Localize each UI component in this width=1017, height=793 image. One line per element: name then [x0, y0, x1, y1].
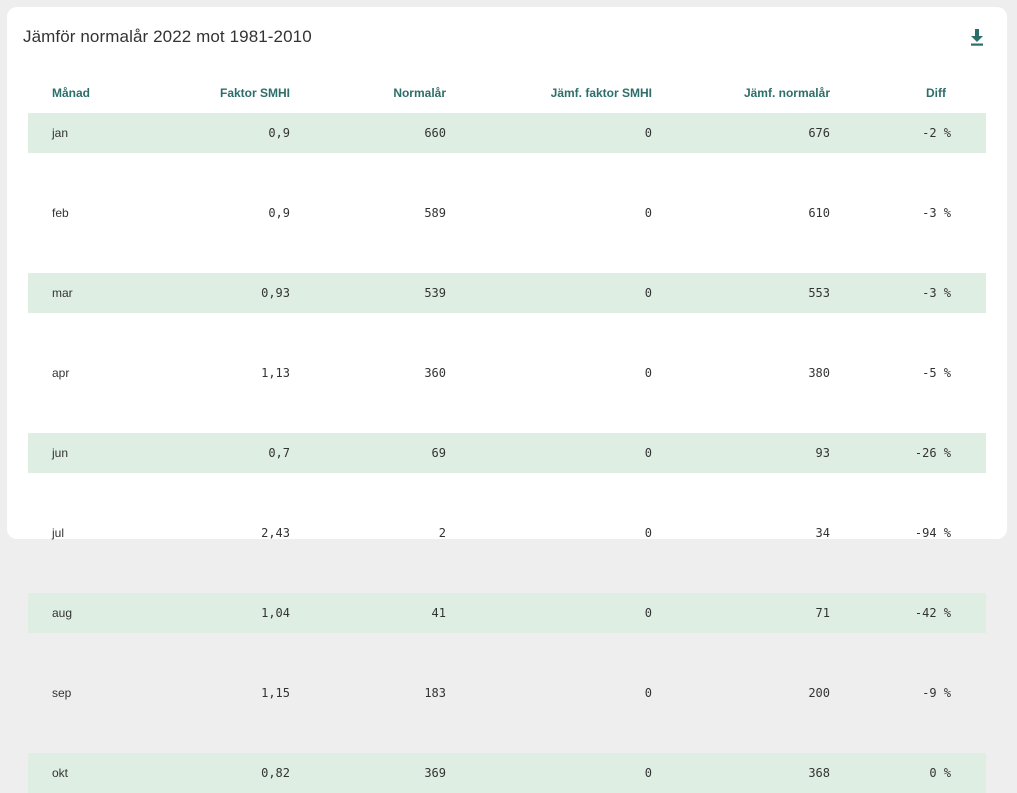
header-normal[interactable]: Normalår [290, 73, 446, 113]
cell-cmp-factor: 0 [446, 593, 652, 633]
header-diff[interactable]: Diff [830, 73, 986, 113]
cell-cmp-normal: 380 [808, 366, 830, 380]
download-button[interactable] [969, 28, 985, 46]
table-row: mar 0,93 539 0 553 -3 % [28, 273, 986, 313]
table-row: apr 1,13 360 0 380 -5 % [28, 353, 986, 393]
table-header-row: Månad Faktor SMHI Normalår Jämf. faktor … [28, 73, 986, 113]
cell-month: jul [52, 526, 65, 540]
cell-month: aug [28, 593, 198, 633]
cell-factor: 0,9 [198, 113, 290, 153]
header-cmp-factor[interactable]: Jämf. faktor SMHI [446, 73, 652, 113]
cell-cmp-normal: 676 [652, 113, 830, 153]
cell-cmp-normal: 34 [815, 526, 830, 540]
cell-cmp-normal: 553 [652, 273, 830, 313]
cell-diff: -3 % [922, 206, 951, 220]
cell-month: sep [52, 686, 72, 700]
cell-cmp-normal: 93 [652, 433, 830, 473]
cell-normal: 2 [438, 526, 446, 540]
table-row: jul 2,43 2 0 34 -94 % [28, 513, 986, 553]
cell-cmp-factor: 0 [446, 273, 652, 313]
cell-month: jan [28, 113, 198, 153]
cell-normal: 589 [424, 206, 446, 220]
cell-cmp-factor: 0 [644, 206, 652, 220]
cell-month: mar [28, 273, 198, 313]
header-month[interactable]: Månad [28, 73, 198, 113]
cell-cmp-normal: 71 [652, 593, 830, 633]
cell-diff: -26 % [830, 433, 986, 473]
cell-cmp-normal: 368 [652, 753, 830, 793]
table-row: jan 0,9 660 0 676 -2 % [28, 113, 986, 153]
cell-cmp-factor: 0 [644, 686, 652, 700]
cell-factor: 0,93 [198, 273, 290, 313]
cell-factor: 0,9 [268, 206, 290, 220]
cell-cmp-normal: 610 [808, 206, 830, 220]
cell-month: jun [28, 433, 198, 473]
cell-normal: 69 [290, 433, 446, 473]
cell-diff: -5 % [922, 366, 951, 380]
cell-factor: 0,82 [198, 753, 290, 793]
download-icon [971, 29, 983, 46]
cell-diff: -42 % [830, 593, 986, 633]
cell-normal: 41 [290, 593, 446, 633]
table-row: jun 0,7 69 0 93 -26 % [28, 433, 986, 473]
cell-factor: 1,15 [261, 686, 290, 700]
table-row: aug 1,04 41 0 71 -42 % [28, 593, 986, 633]
cell-diff: -2 % [830, 113, 986, 153]
cell-factor: 1,13 [261, 366, 290, 380]
cell-cmp-factor: 0 [446, 753, 652, 793]
comparison-table: Månad Faktor SMHI Normalår Jämf. faktor … [28, 73, 986, 793]
cell-factor: 0,7 [198, 433, 290, 473]
table-row: feb 0,9 589 0 610 -3 % [28, 193, 986, 233]
cell-normal: 183 [424, 686, 446, 700]
cell-normal: 539 [290, 273, 446, 313]
header-factor[interactable]: Faktor SMHI [198, 73, 290, 113]
cell-cmp-factor: 0 [644, 526, 652, 540]
cell-cmp-normal: 200 [808, 686, 830, 700]
cell-normal: 660 [290, 113, 446, 153]
cell-diff: -9 % [922, 686, 951, 700]
header-cmp-normal[interactable]: Jämf. normalår [652, 73, 830, 113]
cell-diff: 0 % [830, 753, 986, 793]
table-row: sep 1,15 183 0 200 -9 % [28, 673, 986, 713]
cell-factor: 1,04 [198, 593, 290, 633]
table-row: okt 0,82 369 0 368 0 % [28, 753, 986, 793]
cell-normal: 360 [424, 366, 446, 380]
cell-cmp-factor: 0 [446, 113, 652, 153]
cell-month: apr [52, 366, 70, 380]
cell-month: okt [28, 753, 198, 793]
cell-month: feb [52, 206, 69, 220]
card-title: Jämför normalår 2022 mot 1981-2010 [23, 27, 312, 46]
cell-cmp-factor: 0 [446, 433, 652, 473]
cell-diff: -3 % [830, 273, 986, 313]
cell-cmp-factor: 0 [644, 366, 652, 380]
comparison-card: Jämför normalår 2022 mot 1981-2010 Månad… [7, 7, 1007, 793]
cell-diff: -94 % [914, 526, 951, 540]
cell-factor: 2,43 [261, 526, 290, 540]
cell-normal: 369 [290, 753, 446, 793]
